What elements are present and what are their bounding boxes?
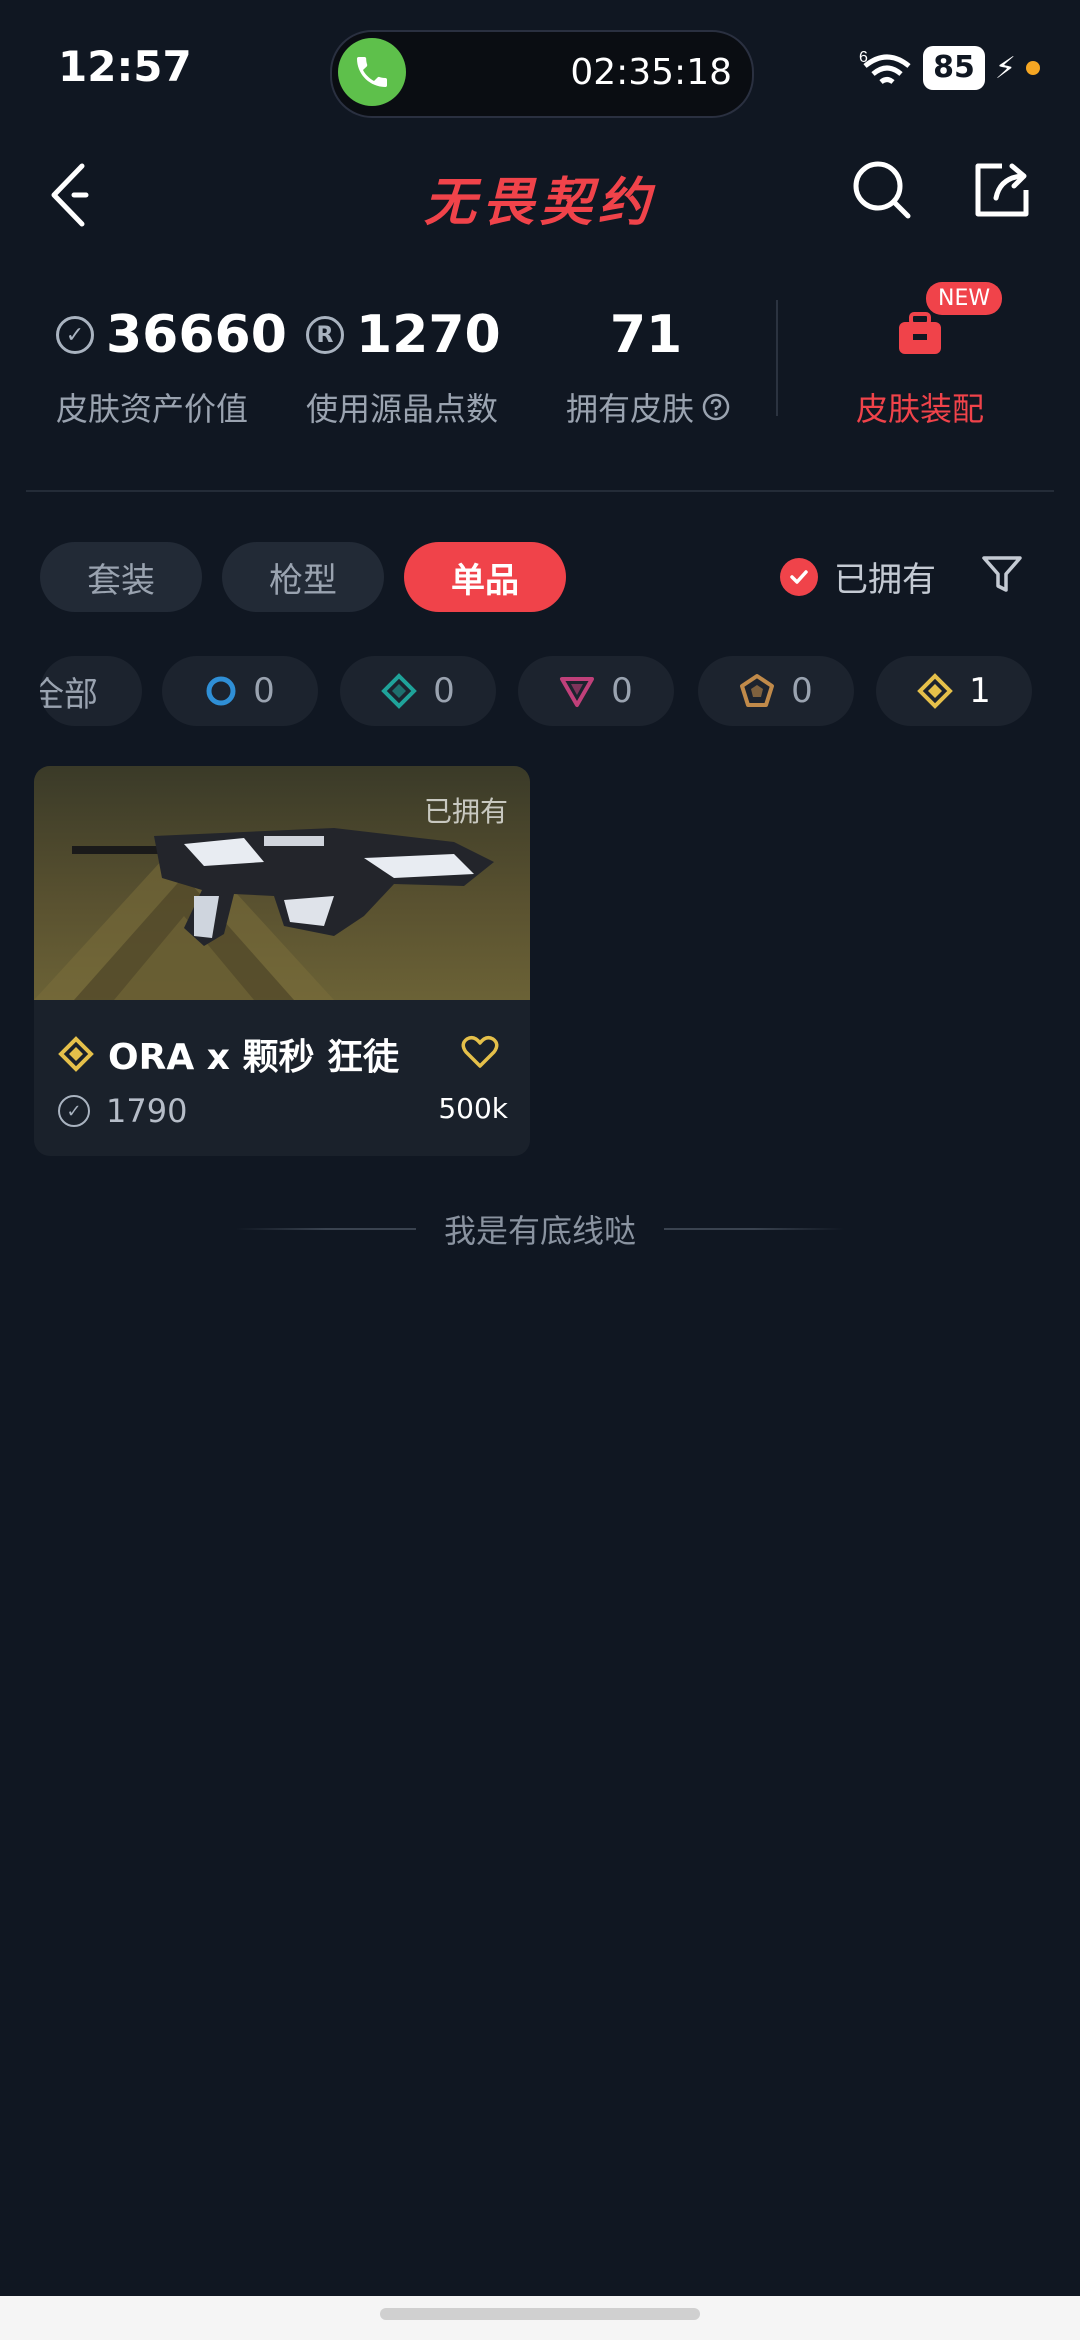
stat-owned[interactable]: 71 拥有皮肤 — [566, 300, 730, 430]
skin-loadout-label: 皮肤装配 — [855, 390, 984, 428]
points-label: 使用源晶点数 — [306, 390, 499, 428]
like-count: 500k — [438, 1092, 508, 1125]
pentagon-tier-icon — [740, 674, 775, 707]
stat-points: R 1270 使用源晶点数 — [306, 300, 501, 430]
footer-line-left — [235, 1228, 416, 1230]
chip-count: 0 — [791, 671, 813, 711]
chip-premium-tier[interactable]: 0 — [518, 656, 674, 726]
owned-filter-toggle[interactable]: 已拥有 — [780, 552, 936, 601]
chip-all-label: 全部 — [40, 674, 98, 715]
chip-exclusive-tier[interactable]: 0 — [698, 656, 854, 726]
backpack-icon — [899, 312, 941, 354]
skin-name: ORA x 颗秒 狂徒 — [108, 1037, 400, 1078]
search-icon[interactable] — [850, 158, 914, 222]
battery-level: 85 — [923, 46, 985, 90]
vp-coin-icon: ✓ — [58, 1095, 90, 1127]
call-timer: 02:35:18 — [570, 52, 732, 93]
status-icons: 6 85 ⚡ — [857, 38, 1040, 98]
charging-icon: ⚡ — [994, 50, 1016, 86]
owned-filter-label: 已拥有 — [834, 560, 936, 600]
section-divider — [26, 490, 1054, 492]
footer-text: 我是有底线哒 — [443, 1212, 636, 1250]
app-logo: 无畏契约 — [423, 173, 656, 233]
skin-loadout-button[interactable]: NEW 皮肤装配 — [840, 282, 1003, 430]
circle-tier-icon — [206, 676, 236, 706]
points-value: 1270 — [356, 305, 501, 365]
skin-card[interactable]: 已拥有 ORA x 颗秒 狂徒 ✓ 1790 500k — [34, 766, 530, 1156]
chip-all[interactable]: 全部 — [40, 656, 142, 726]
ongoing-call-pill[interactable]: 02:35:18 — [330, 30, 754, 118]
tab-weapon-types[interactable]: 枪型 — [222, 542, 384, 612]
phone-icon — [338, 38, 406, 106]
share-icon[interactable] — [972, 160, 1032, 220]
diamond-gold-tier-icon — [917, 673, 954, 709]
tab-bundles[interactable]: 套装 — [40, 542, 202, 612]
skin-image: 已拥有 — [34, 766, 530, 1000]
tab-single-items[interactable]: 单品 — [404, 542, 566, 612]
filter-icon[interactable] — [980, 552, 1024, 596]
chip-count: 0 — [433, 671, 455, 711]
chip-count: 1 — [969, 671, 991, 711]
vp-coin-icon: ✓ — [56, 316, 94, 354]
radianite-coin-icon: R — [306, 316, 344, 354]
chip-count: 0 — [253, 671, 275, 711]
footer-line-right — [664, 1228, 844, 1230]
home-indicator[interactable] — [380, 2308, 700, 2320]
asset-value: 36660 — [106, 305, 287, 365]
chip-deluxe-tier[interactable]: 0 — [340, 656, 496, 726]
end-of-list: 我是有底线哒 — [0, 1206, 1080, 1252]
triangle-tier-icon — [560, 677, 595, 707]
chip-ultra-tier[interactable]: 1 — [876, 656, 1032, 726]
new-badge: NEW — [926, 282, 1003, 315]
asset-label: 皮肤资产价值 — [56, 390, 249, 428]
stat-asset-value: ✓ 36660 皮肤资产价值 — [56, 300, 287, 430]
privacy-dot-icon — [1026, 61, 1040, 75]
heart-icon[interactable] — [460, 1032, 500, 1072]
owned-value: 71 — [609, 305, 683, 365]
checkmark-icon — [780, 557, 818, 596]
stats-divider — [776, 300, 778, 416]
chip-select-tier[interactable]: 0 — [162, 656, 318, 726]
chip-count: 0 — [611, 671, 633, 711]
help-icon[interactable] — [702, 393, 730, 421]
diamond-gold-tier-icon — [58, 1036, 94, 1072]
status-time: 12:57 — [58, 42, 192, 91]
diamond-tier-icon — [381, 673, 418, 709]
wifi-icon: 6 — [859, 49, 911, 85]
owned-tag: 已拥有 — [423, 795, 508, 828]
skin-price: 1790 — [106, 1092, 188, 1130]
owned-label: 拥有皮肤 — [566, 390, 695, 428]
